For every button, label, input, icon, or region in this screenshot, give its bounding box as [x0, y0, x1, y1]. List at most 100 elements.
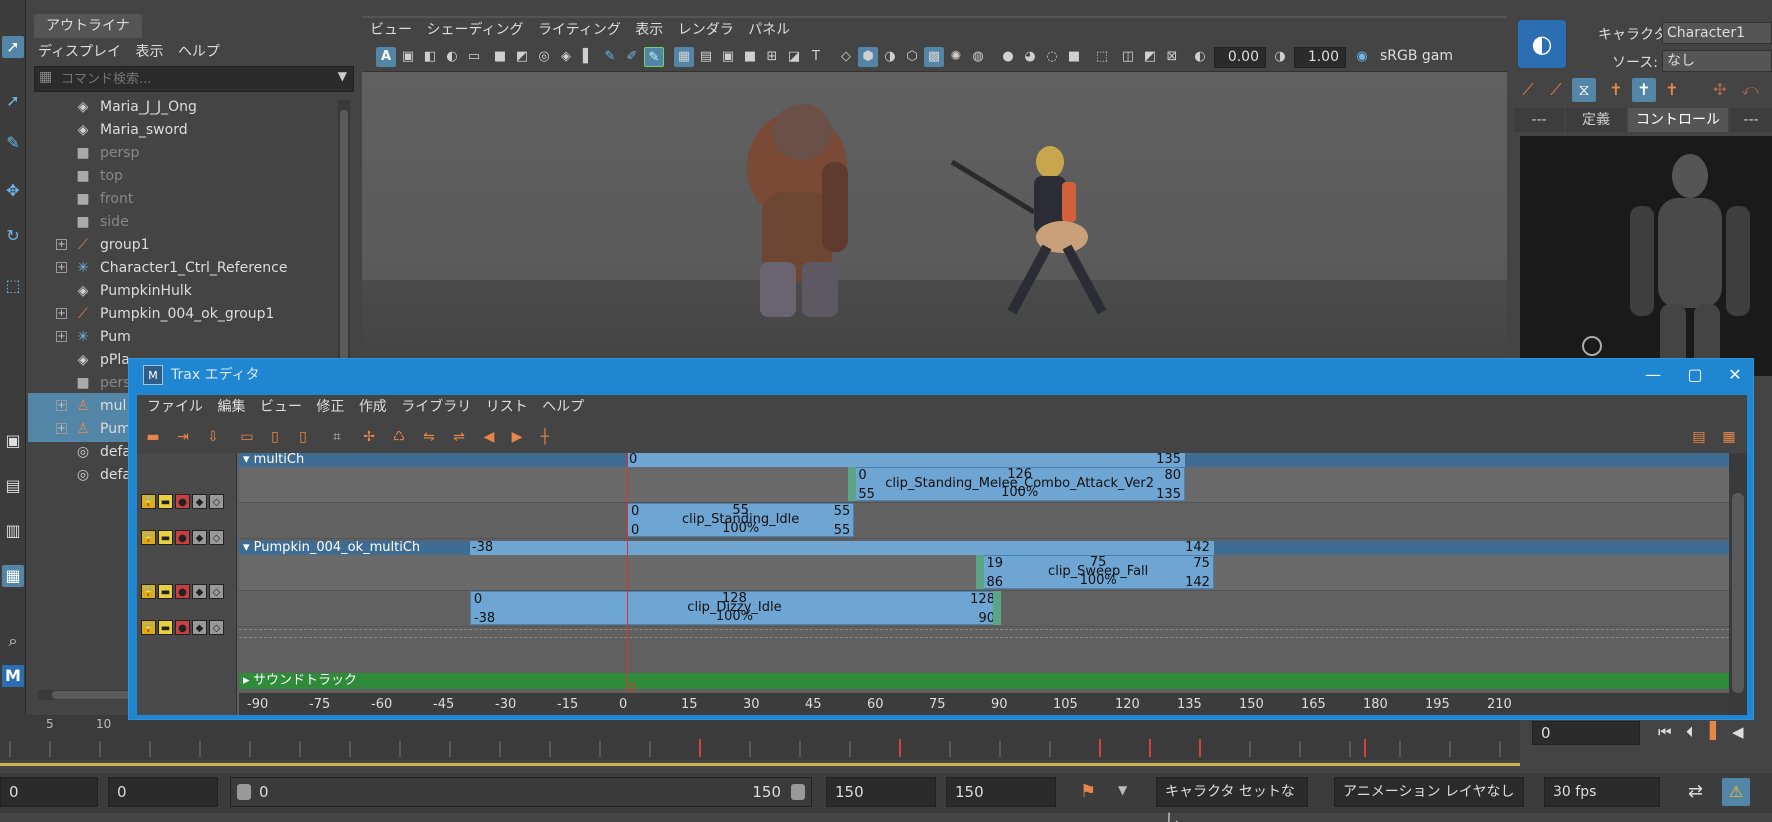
load-character-icon[interactable]: ▬ [141, 427, 165, 447]
trax-time-ruler[interactable]: -90 -75 -60 -45 -30 -15 0 15 30 45 60 75 90 105 120 135… [239, 693, 1729, 715]
flat-shade-icon[interactable]: ⬡ [902, 47, 922, 67]
ik-pose-icon[interactable]: ✝ [1660, 78, 1684, 102]
animation-clip[interactable]: 0 55 55 clip_Standing_Idle 100% 0 55 [627, 503, 855, 538]
trax-titlebar[interactable]: M Trax エディタ — ▢ ✕ [129, 359, 1753, 391]
lock-icon[interactable]: 🔒 [141, 620, 156, 635]
layout-outliner-icon[interactable]: ▦ [2, 565, 24, 587]
expand-toggle-icon[interactable]: + [56, 262, 67, 273]
bookmark-icon[interactable]: ◧ [420, 47, 440, 67]
remove-character-icon[interactable]: ⇥ [171, 427, 195, 447]
trax-menu-list[interactable]: リスト [486, 395, 528, 419]
trax-vscroll-thumb[interactable] [1732, 493, 1744, 693]
graph-editor-icon[interactable]: ⌗ [325, 427, 349, 447]
outliner-menu-help[interactable]: ヘルプ [178, 40, 220, 64]
trax-vscrollbar[interactable] [1729, 453, 1747, 715]
create-clip-icon[interactable]: ▭ [235, 427, 259, 447]
mute-icon[interactable]: ▬ [158, 494, 173, 509]
dropdown-arrow-icon[interactable]: ▼ [338, 69, 347, 83]
trax-menu-view[interactable]: ビュー [260, 395, 302, 419]
frame-all-icon[interactable]: ▤ [1687, 427, 1711, 447]
solo-icon[interactable]: ● [175, 494, 190, 509]
ghost-icon[interactable]: ◇ [209, 584, 224, 599]
range-end-field[interactable]: 150 [826, 777, 936, 807]
create-pose-icon[interactable]: ▯ [263, 427, 287, 447]
play-back-icon[interactable]: ◀ [1732, 723, 1744, 741]
magnifier-icon[interactable]: ⌕ [2, 630, 24, 652]
range-slider-end-handle[interactable] [791, 784, 805, 800]
expand-toggle-icon[interactable]: + [56, 400, 67, 411]
xray-icon[interactable]: ● [998, 47, 1018, 67]
outliner-tab[interactable]: アウトライナ [34, 14, 142, 38]
hud-text-icon[interactable]: T [806, 47, 826, 67]
move-tool-icon[interactable]: ✥ [2, 180, 24, 202]
source-dropdown[interactable]: なし [1662, 50, 1772, 72]
character-dropdown[interactable]: Character1 [1662, 22, 1772, 44]
camera-icon[interactable]: ■ [490, 47, 510, 67]
range-slider-start-handle[interactable] [237, 784, 251, 800]
trax-menu-modify[interactable]: 修正 [316, 395, 344, 419]
maximize-button[interactable]: ▢ [1677, 359, 1713, 391]
expand-toggle-icon[interactable]: + [56, 239, 67, 250]
exposure-icon[interactable]: ◐ [1190, 47, 1210, 67]
camera-orbit-icon[interactable]: ◎ [534, 47, 554, 67]
trax-menu-library[interactable]: ライブラリ [401, 395, 471, 419]
keyframe-icon[interactable]: ◆ [192, 584, 207, 599]
grease-pencil-icon[interactable]: ✎ [600, 47, 620, 67]
animation-clip[interactable]: 0 128 128 clip_Dizzy_Idle 100% -38 90 [469, 591, 999, 626]
pencil-icon[interactable]: ✎ [644, 47, 664, 67]
trax-menu-file[interactable]: ファイル [147, 395, 203, 419]
tab-dash-right[interactable]: --- [1730, 108, 1772, 132]
solo-icon[interactable]: ● [175, 530, 190, 545]
character-row[interactable]: -38 142 ▾ Pumpkin_004_ok_multiCh [239, 541, 1729, 555]
vp-menu-shading[interactable]: シェーディング [426, 18, 523, 42]
keyframe-icon[interactable]: ◆ [192, 494, 207, 509]
split-clip-icon[interactable]: ⇋ [417, 427, 441, 447]
lights-icon[interactable]: ✺ [946, 47, 966, 67]
merge-clip-icon[interactable]: ⇌ [447, 427, 471, 447]
humanik-logo-icon[interactable]: ◐ [1518, 20, 1566, 68]
lock-icon[interactable]: 🔒 [141, 530, 156, 545]
go-to-start-icon[interactable]: ⏮ [1658, 723, 1672, 741]
grid-icon[interactable]: ▦ [674, 47, 694, 67]
expand-toggle-icon[interactable]: + [56, 308, 67, 319]
resolution-gate-icon[interactable]: ▣ [718, 47, 738, 67]
color-management-icon[interactable]: ◉ [1352, 47, 1372, 67]
camera-tools-icon[interactable]: ◩ [512, 47, 532, 67]
auto-key-icon[interactable]: ⚑ [1080, 781, 1096, 802]
track-lane[interactable] [239, 503, 1729, 539]
fk-pose-icon[interactable]: ✝ [1632, 78, 1656, 102]
film-gate-icon[interactable]: ▭ [464, 47, 484, 67]
lock-icon[interactable]: 🔒 [141, 584, 156, 599]
lasso-tool-icon[interactable]: ➚ [2, 90, 24, 112]
trax-playhead[interactable] [627, 453, 628, 693]
tab-dash-left[interactable]: --- [1514, 108, 1564, 132]
layout-icon[interactable]: ▣ [2, 430, 24, 452]
clip-blend-marker[interactable] [848, 467, 857, 501]
skeleton-icon[interactable]: ⧖ [1572, 78, 1596, 102]
time-slider[interactable]: 5 10 0 ⏮ ⏴ ▌ ◀ [0, 715, 1772, 770]
character-range[interactable]: -38 142 [469, 541, 1214, 555]
ghost-icon[interactable]: ◇ [209, 494, 224, 509]
visor-icon[interactable]: ▯ [291, 427, 315, 447]
layout-two-icon[interactable]: ▤ [2, 475, 24, 497]
anim-layer-dropdown[interactable]: アニメーション レイヤなし [1334, 777, 1524, 807]
ghost-icon[interactable]: ◇ [209, 530, 224, 545]
layout-three-icon[interactable]: ▥ [2, 520, 24, 542]
select-mode-icon[interactable]: ⬚ [1092, 47, 1112, 67]
character-set-dropdown[interactable]: キャラクタ セットなし [1156, 777, 1308, 822]
camera-track-icon[interactable]: ◈ [556, 47, 576, 67]
safe-action-icon[interactable]: ✐ [622, 47, 642, 67]
minimize-button[interactable]: — [1635, 359, 1671, 391]
isolate-icon[interactable]: ■ [1064, 47, 1084, 67]
range-slider[interactable]: 0 150 [230, 777, 812, 807]
tab-controls[interactable]: コントロール [1628, 108, 1728, 132]
image-plane-icon[interactable]: ◐ [442, 47, 462, 67]
trax-menu-edit[interactable]: 編集 [217, 395, 245, 419]
vp-menu-renderer[interactable]: レンダラ [678, 18, 734, 42]
keyframe-icon[interactable]: ◆ [192, 530, 207, 545]
gate-mask-icon[interactable]: ■ [740, 47, 760, 67]
camera-attr-icon[interactable]: A [376, 47, 396, 67]
wireframe-icon[interactable]: ◇ [836, 47, 856, 67]
rotate-tool-icon[interactable]: ↻ [2, 225, 24, 247]
insert-key-icon[interactable]: ✢ [357, 427, 381, 447]
